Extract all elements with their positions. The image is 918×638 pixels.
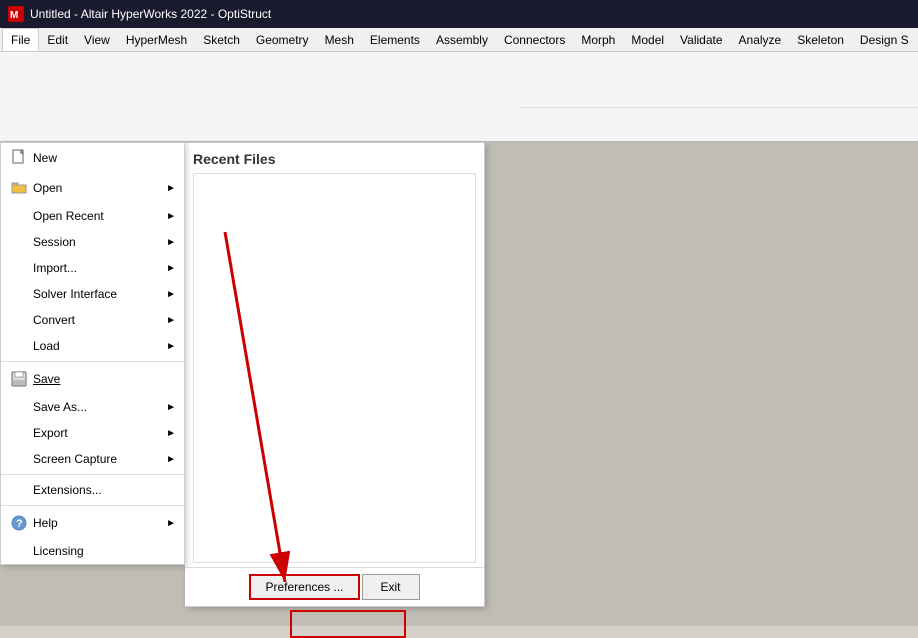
screen-capture-label: Screen Capture	[33, 452, 117, 466]
menu-design-s[interactable]: Design S	[852, 28, 917, 51]
open-recent-label: Open Recent	[33, 209, 104, 223]
file-dropdown-menu: New Open ► Open Recent ► Ses	[0, 142, 185, 565]
menu-mesh[interactable]: Mesh	[317, 28, 362, 51]
content-area: New Open ► Open Recent ► Ses	[0, 142, 918, 626]
file-save-item[interactable]: Save	[1, 364, 184, 394]
menu-sketch[interactable]: Sketch	[195, 28, 248, 51]
file-open-recent-item[interactable]: Open Recent ►	[1, 203, 184, 229]
open-recent-arrow: ►	[166, 211, 176, 222]
screen-capture-arrow: ►	[166, 454, 176, 465]
solver-interface-label: Solver Interface	[33, 287, 117, 301]
recent-files-title: Recent Files	[193, 151, 476, 167]
menu-assembly[interactable]: Assembly	[428, 28, 496, 51]
help-icon: ?	[9, 513, 29, 533]
menu-morph[interactable]: Morph	[573, 28, 623, 51]
file-export-item[interactable]: Export ►	[1, 420, 184, 446]
separator-3	[1, 505, 184, 506]
menu-analyze[interactable]: Analyze	[731, 28, 790, 51]
file-licensing-item[interactable]: Licensing	[1, 538, 184, 564]
separator-2	[1, 474, 184, 475]
title-bar: M Untitled - Altair HyperWorks 2022 - Op…	[0, 0, 918, 28]
file-import-item[interactable]: Import... ►	[1, 255, 184, 281]
open-arrow: ►	[166, 183, 176, 194]
file-extensions-item[interactable]: Extensions...	[1, 477, 184, 503]
import-label: Import...	[33, 261, 77, 275]
save-label: Save	[33, 372, 60, 386]
save-as-label: Save As...	[33, 400, 87, 414]
load-arrow: ►	[166, 341, 176, 352]
menu-edit[interactable]: Edit	[39, 28, 76, 51]
menu-view[interactable]: View	[76, 28, 118, 51]
solver-interface-arrow: ►	[166, 289, 176, 300]
session-label: Session	[33, 235, 76, 249]
help-arrow: ►	[166, 518, 176, 529]
menu-bar: File Edit View HyperMesh Sketch Geometry…	[0, 28, 918, 52]
convert-label: Convert	[33, 313, 75, 327]
new-label: New	[33, 151, 57, 165]
ribbon-area: Intersect Points/Lines	[0, 52, 918, 142]
folder-icon	[9, 178, 29, 198]
save-icon	[9, 369, 29, 389]
licensing-label: Licensing	[33, 544, 84, 558]
file-session-item[interactable]: Session ►	[1, 229, 184, 255]
new-doc-icon	[9, 148, 29, 168]
svg-text:?: ?	[16, 518, 23, 530]
separator-1	[1, 361, 184, 362]
menu-skeleton[interactable]: Skeleton	[789, 28, 852, 51]
create-group-label: Create	[520, 107, 918, 121]
open-label: Open	[33, 181, 62, 195]
preferences-button[interactable]: Preferences ...	[249, 574, 359, 600]
ribbon-create-group: Intersect Points/Lines	[0, 52, 918, 121]
menu-file[interactable]: File	[2, 28, 39, 51]
menu-connectors[interactable]: Connectors	[496, 28, 573, 51]
import-arrow: ►	[166, 263, 176, 274]
title-text: Untitled - Altair HyperWorks 2022 - Opti…	[30, 7, 271, 21]
svg-text:M: M	[10, 10, 18, 21]
file-open-item[interactable]: Open ►	[1, 173, 184, 203]
app-layout: M Untitled - Altair HyperWorks 2022 - Op…	[0, 0, 918, 626]
recent-files-list	[193, 173, 476, 563]
exit-button[interactable]: Exit	[362, 574, 420, 600]
menu-hypermesh[interactable]: HyperMesh	[118, 28, 195, 51]
save-as-arrow: ►	[166, 402, 176, 413]
file-save-as-item[interactable]: Save As... ►	[1, 394, 184, 420]
menu-validate[interactable]: Validate	[672, 28, 730, 51]
preferences-highlight-box	[290, 610, 406, 638]
load-label: Load	[33, 339, 60, 353]
convert-arrow: ►	[166, 315, 176, 326]
file-convert-item[interactable]: Convert ►	[1, 307, 184, 333]
menu-elements[interactable]: Elements	[362, 28, 428, 51]
file-load-item[interactable]: Load ►	[1, 333, 184, 359]
recent-files-panel: Recent Files Preferences ... Exit	[185, 142, 485, 607]
help-label: Help	[33, 516, 58, 530]
session-arrow: ►	[166, 237, 176, 248]
file-solver-interface-item[interactable]: Solver Interface ►	[1, 281, 184, 307]
file-help-item[interactable]: ? Help ►	[1, 508, 184, 538]
extensions-label: Extensions...	[33, 483, 102, 497]
file-new-item[interactable]: New	[1, 143, 184, 173]
menu-model[interactable]: Model	[623, 28, 672, 51]
export-label: Export	[33, 426, 68, 440]
file-screen-capture-item[interactable]: Screen Capture ►	[1, 446, 184, 472]
altair-logo-icon: M	[8, 6, 24, 22]
export-arrow: ►	[166, 428, 176, 439]
menu-geometry[interactable]: Geometry	[248, 28, 317, 51]
